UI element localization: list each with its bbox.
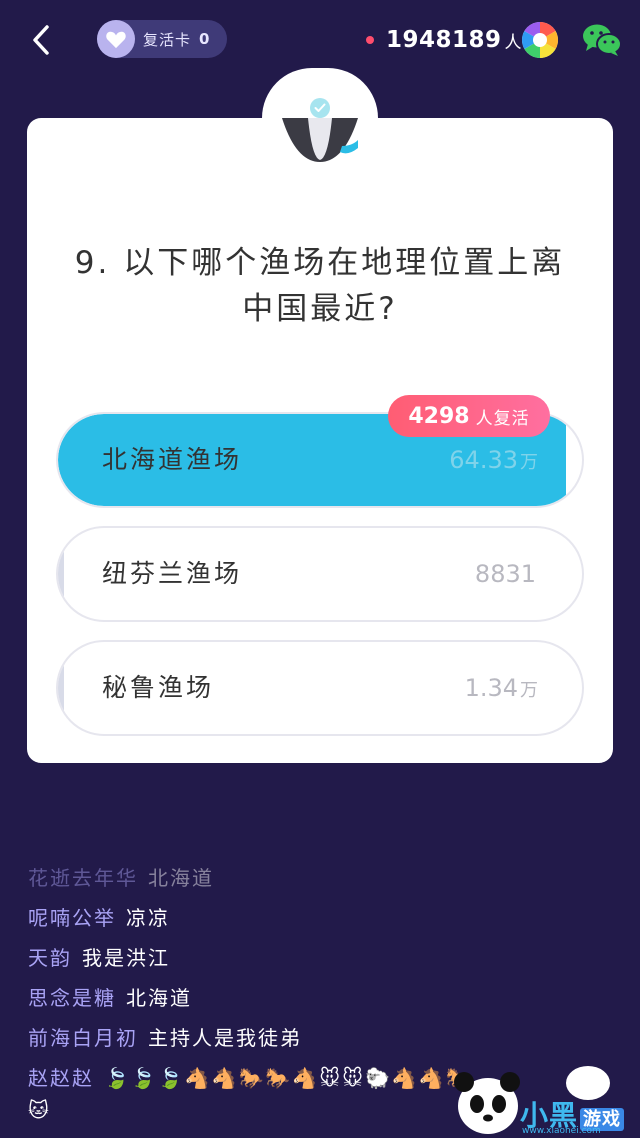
option-label: 纽芬兰渔场 [102, 559, 243, 588]
chat-username: 前海白月初 [28, 1026, 138, 1050]
chevron-left-icon [33, 25, 49, 55]
vote-unit: 万 [520, 680, 538, 701]
revive-badge-text: 人复活 [475, 408, 530, 429]
chat-message: 天韵 我是洪江 [28, 942, 628, 982]
chat-username: 思念是糖 [28, 986, 116, 1010]
revive-card-count: 0 [199, 30, 210, 48]
share-aperture-icon[interactable] [521, 21, 559, 59]
chat-message: 前海白月初 主持人是我徒弟 [28, 1022, 628, 1062]
chat-username: 天韵 [28, 946, 72, 970]
option-3[interactable]: 秘鲁渔场 1.34 万 [56, 640, 584, 736]
heart-icon [97, 20, 135, 58]
back-button[interactable] [26, 22, 56, 58]
watermark-url: www.xiaohei.com [522, 1126, 601, 1136]
revive-card-label: 复活卡 [143, 30, 192, 49]
chat-message: 思念是糖 北海道 [28, 982, 628, 1022]
chat-emoji-text: 🍃🍃🍃🐴🐴🐎🐎🐴🐭🐭🐑🐴🐴🐎 [104, 1066, 473, 1090]
vote-value: 1.34 [464, 674, 518, 702]
revive-card-pill[interactable]: 复活卡 0 [97, 20, 227, 58]
option-2[interactable]: 纽芬兰渔场 8831 [56, 526, 584, 622]
option-label: 秘鲁渔场 [102, 673, 215, 702]
option-label: 北海道渔场 [102, 445, 243, 474]
online-count: 1948189 [386, 27, 502, 53]
revive-badge-count: 4298 [408, 403, 470, 429]
check-icon [310, 98, 330, 118]
option-edge [58, 550, 64, 602]
chat-username: 花逝去年华 [28, 866, 138, 890]
option-votes: 1.34 万 [465, 642, 538, 734]
online-counter: 1948189 人 [366, 24, 522, 56]
option-edge [58, 664, 64, 716]
vote-value: 64.33 [449, 446, 518, 474]
revive-badge: 4298 人复活 [388, 395, 550, 437]
vote-value: 8831 [474, 560, 536, 588]
chat-username: 赵赵赵 [28, 1066, 94, 1090]
panda-icon [454, 1072, 520, 1134]
online-unit: 人 [504, 32, 522, 53]
option-votes: 8831 [475, 528, 538, 620]
wechat-icon[interactable] [582, 22, 622, 58]
chat-text: 主持人是我徒弟 [148, 1026, 302, 1050]
chat-text: 北海道 [126, 986, 192, 1010]
chat-message: 花逝去年华 北海道 [28, 862, 628, 902]
chat-username: 呢喃公举 [28, 906, 116, 930]
vote-unit: 万 [520, 452, 538, 473]
host-avatar [282, 118, 358, 162]
chat-text: 我是洪江 [82, 946, 170, 970]
chat-text: 凉凉 [126, 906, 170, 930]
question-text: 9. 以下哪个渔场在地理位置上离中国最近? [74, 245, 566, 327]
cat-emoji: 🐱 [28, 1098, 49, 1122]
live-dot [366, 36, 374, 44]
chat-message: 呢喃公举 凉凉 [28, 902, 628, 942]
chat-text: 北海道 [148, 866, 214, 890]
